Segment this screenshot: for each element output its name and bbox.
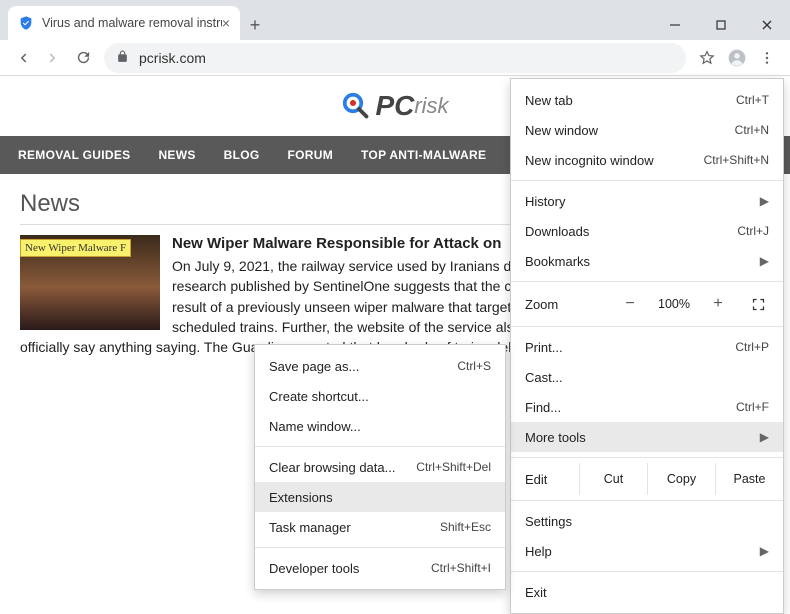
logo-main: PC — [375, 90, 414, 122]
lock-icon — [116, 50, 129, 66]
close-icon[interactable]: × — [222, 15, 230, 31]
close-window-button[interactable] — [744, 10, 790, 40]
submenu-developer-tools[interactable]: Developer toolsCtrl+Shift+I — [255, 553, 505, 583]
titlebar: Virus and malware removal instru × + — [0, 0, 790, 40]
address-bar[interactable]: pcrisk.com — [104, 43, 686, 73]
profile-icon[interactable] — [722, 43, 752, 73]
chevron-right-icon: ▶ — [760, 430, 769, 444]
copy-button[interactable]: Copy — [647, 463, 715, 495]
submenu-task-manager[interactable]: Task managerShift+Esc — [255, 512, 505, 542]
back-button[interactable] — [8, 43, 38, 73]
menu-new-tab[interactable]: New tabCtrl+T — [511, 85, 783, 115]
new-tab-button[interactable]: + — [240, 10, 270, 40]
menu-button[interactable] — [752, 43, 782, 73]
submenu-create-shortcut[interactable]: Create shortcut... — [255, 381, 505, 411]
submenu-clear-browsing-data[interactable]: Clear browsing data...Ctrl+Shift+Del — [255, 452, 505, 482]
menu-exit[interactable]: Exit — [511, 577, 783, 607]
nav-news[interactable]: NEWS — [158, 148, 195, 162]
reload-button[interactable] — [68, 43, 98, 73]
chevron-right-icon: ▶ — [760, 544, 769, 558]
zoom-out-button[interactable]: − — [619, 295, 641, 313]
submenu-save-page[interactable]: Save page as...Ctrl+S — [255, 351, 505, 381]
nav-blog[interactable]: BLOG — [224, 148, 260, 162]
submenu-name-window[interactable]: Name window... — [255, 411, 505, 441]
browser-tab[interactable]: Virus and malware removal instru × — [8, 6, 240, 40]
menu-find[interactable]: Find...Ctrl+F — [511, 392, 783, 422]
menu-new-window[interactable]: New windowCtrl+N — [511, 115, 783, 145]
maximize-button[interactable] — [698, 10, 744, 40]
chevron-right-icon: ▶ — [760, 254, 769, 268]
url-text: pcrisk.com — [139, 50, 206, 66]
toolbar: pcrisk.com — [0, 40, 790, 76]
menu-bookmarks[interactable]: Bookmarks▶ — [511, 246, 783, 276]
paste-button[interactable]: Paste — [715, 463, 783, 495]
nav-forum[interactable]: FORUM — [288, 148, 334, 162]
forward-button[interactable] — [38, 43, 68, 73]
menu-help[interactable]: Help▶ — [511, 536, 783, 566]
nav-removal-guides[interactable]: REMOVAL GUIDES — [18, 148, 130, 162]
fullscreen-icon[interactable] — [745, 291, 771, 317]
more-tools-submenu: Save page as...Ctrl+S Create shortcut...… — [254, 344, 506, 590]
window-controls — [652, 10, 790, 40]
menu-cast[interactable]: Cast... — [511, 362, 783, 392]
chevron-right-icon: ▶ — [760, 194, 769, 208]
thumbnail-label: New Wiper Malware F — [20, 239, 131, 257]
shield-icon — [18, 15, 34, 31]
menu-settings[interactable]: Settings — [511, 506, 783, 536]
zoom-value: 100% — [651, 297, 697, 311]
menu-history[interactable]: History▶ — [511, 186, 783, 216]
article-thumbnail[interactable]: New Wiper Malware F — [20, 235, 160, 330]
menu-downloads[interactable]: DownloadsCtrl+J — [511, 216, 783, 246]
submenu-extensions[interactable]: Extensions — [255, 482, 505, 512]
menu-edit-row: Edit Cut Copy Paste — [511, 463, 783, 495]
site-logo[interactable]: PCrisk — [341, 90, 448, 122]
minimize-button[interactable] — [652, 10, 698, 40]
chrome-menu: New tabCtrl+T New windowCtrl+N New incog… — [510, 78, 784, 614]
nav-top-antimalware[interactable]: TOP ANTI-MALWARE — [361, 148, 486, 162]
menu-more-tools[interactable]: More tools▶ — [511, 422, 783, 452]
menu-zoom: Zoom − 100% + — [511, 287, 783, 321]
cut-button[interactable]: Cut — [579, 463, 647, 495]
logo-sub: risk — [414, 93, 448, 119]
menu-print[interactable]: Print...Ctrl+P — [511, 332, 783, 362]
bookmark-star-icon[interactable] — [692, 43, 722, 73]
edit-label: Edit — [511, 472, 579, 487]
tab-title: Virus and malware removal instru — [42, 16, 222, 30]
menu-incognito[interactable]: New incognito windowCtrl+Shift+N — [511, 145, 783, 175]
zoom-in-button[interactable]: + — [707, 295, 729, 313]
